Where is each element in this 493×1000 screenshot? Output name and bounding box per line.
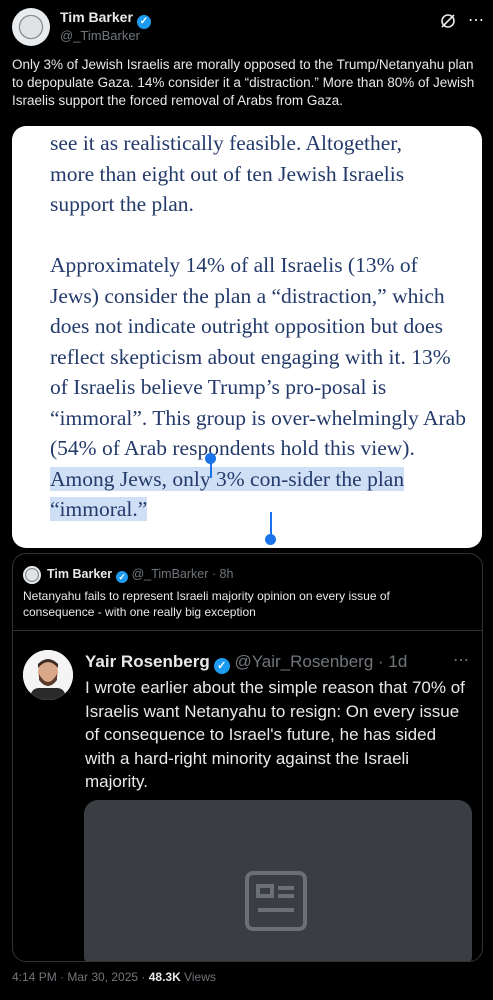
- article-paragraph-1: see it as realistically feasible. Altoge…: [50, 131, 405, 216]
- link-card[interactable]: [84, 800, 472, 961]
- attached-article-image[interactable]: see it as realistically feasible. Altoge…: [12, 126, 482, 548]
- views-label: Views: [180, 970, 216, 984]
- author-name[interactable]: Tim Barker ✓: [60, 9, 151, 29]
- selection-handle-end: [265, 534, 276, 545]
- nested-author: Yair Rosenberg ✓ @Yair_Rosenberg · 1d: [85, 652, 408, 674]
- nested-author-avatar: [23, 650, 73, 700]
- tweet-text: Only 3% of Jewish Israelis are morally o…: [12, 57, 475, 108]
- more-options-icon[interactable]: ⋯: [468, 10, 485, 30]
- quoted-author-avatar: [23, 566, 41, 584]
- tweet-meta: 4:14 PM · Mar 30, 2025 · 48.3K Views: [12, 970, 216, 984]
- more-options-icon[interactable]: ⋯: [453, 650, 469, 670]
- quoted-author-handle: @_TimBarker: [131, 567, 209, 581]
- timestamp: 4:14 PM · Mar 30, 2025 ·: [12, 970, 149, 984]
- verified-badge-icon: ✓: [116, 571, 129, 583]
- quoted-author: Tim Barker ✓ @_TimBarker · 8h: [47, 567, 234, 583]
- author-avatar[interactable]: [12, 8, 50, 46]
- verified-badge-icon: ✓: [136, 15, 151, 29]
- nested-time: 1d: [388, 652, 408, 671]
- author-handle[interactable]: @_TimBarker: [60, 28, 140, 43]
- verified-badge-icon: ✓: [213, 658, 230, 674]
- article-paragraph-2-text: Approximately 14% of all Israelis (13% o…: [50, 253, 466, 460]
- article-icon: [245, 871, 307, 931]
- views-count: 48.3K: [148, 970, 181, 984]
- selection-caret-start: [210, 458, 212, 478]
- quoted-time: 8h: [219, 567, 234, 581]
- nested-tweet-text: I wrote earlier about the simple reason …: [85, 678, 465, 791]
- nested-author-handle: @Yair_Rosenberg: [234, 652, 374, 671]
- divider: [13, 630, 482, 631]
- quoted-tweet[interactable]: Tim Barker ✓ @_TimBarker · 8h Netanyahu f…: [12, 553, 483, 962]
- quoted-tweet-text: Netanyahu fails to represent Israeli maj…: [23, 589, 390, 619]
- selected-text-highlight: Among Jews, only 3% con-sider the plan “…: [50, 466, 405, 521]
- article-paragraph-2: Approximately 14% of all Israelis (13% o…: [50, 250, 470, 525]
- grok-icon[interactable]: [439, 12, 457, 30]
